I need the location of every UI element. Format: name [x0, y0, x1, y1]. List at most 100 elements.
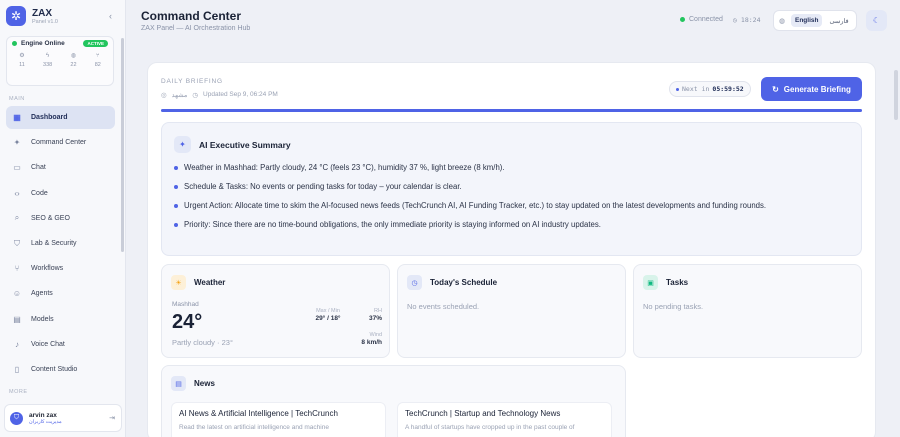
- mic-icon: ♪: [15, 339, 19, 349]
- sidebar-item-models[interactable]: ▤ Models: [6, 308, 115, 331]
- rh-label: RH: [374, 308, 382, 314]
- daily-briefing-panel: DAILY BRIEFING ◎ مشهد ◷ Updated Sep 9, 0…: [147, 62, 876, 437]
- sidebar-item-label: Dashboard: [31, 114, 68, 121]
- summary-bullet: Priority: Since there are no time-bound …: [174, 218, 846, 231]
- ai-executive-summary: ✦ AI Executive Summary Weather in Mashha…: [161, 122, 862, 256]
- sidebar-item-seo-geo[interactable]: ⌕ SEO & GEO: [6, 207, 115, 230]
- clock-icon: ◷: [192, 92, 199, 99]
- chat-icon: ▭: [13, 163, 21, 173]
- page-scrollbar[interactable]: [894, 70, 898, 120]
- clipboard-icon: ▣: [643, 275, 658, 290]
- user-card[interactable]: ⛉ arvin zax مدیریت کاربران ⇥: [4, 404, 122, 432]
- brand-name: ZAX: [32, 7, 52, 19]
- seo-icon: ⌕: [14, 213, 20, 223]
- brand[interactable]: ✲ ZAX Panel v1.0: [6, 6, 58, 26]
- sidebar-item-label: Models: [31, 315, 54, 323]
- clock-icon: ◷: [733, 16, 737, 24]
- engine-stat: ϟ 338: [43, 52, 52, 70]
- weather-rh: RH 37%: [354, 308, 382, 322]
- next-value: 05:59:52: [712, 85, 744, 93]
- bullet-text: Priority: Since there are no time-bound …: [184, 220, 601, 229]
- stat-value: 22: [70, 62, 77, 68]
- maxmin-value: 29° / 18°: [315, 315, 341, 322]
- summary-bullet: Weather in Mashhad: Partly cloudy, 24 °C…: [174, 161, 846, 174]
- bullet-dot-icon: [174, 165, 178, 170]
- sidebar-item-lab-security[interactable]: ⛉ Lab & Security: [6, 232, 115, 255]
- bullet-dot-icon: [174, 184, 178, 189]
- sidebar-item-label: Lab & Security: [31, 240, 77, 247]
- summary-bullet: Urgent Action: Allocate time to skim the…: [174, 199, 846, 212]
- news-item[interactable]: TechCrunch | Startup and Technology News…: [397, 402, 612, 437]
- sidebar-item-voice-chat[interactable]: ♪ Voice Chat: [6, 333, 115, 356]
- lang-english-button[interactable]: English: [791, 14, 823, 27]
- engine-status-card: Engine Online ACTIVE ⚙ 11 ϟ 338 ◍ 22 ⑂ 82: [6, 36, 114, 86]
- weather-desc: Partly cloudy · 23°: [172, 338, 233, 347]
- section-label-main: MAIN: [9, 96, 25, 102]
- bullet-text: Weather in Mashhad: Partly cloudy, 24 °C…: [184, 163, 505, 172]
- news-item[interactable]: AI News & Artificial Intelligence | Tech…: [171, 402, 386, 437]
- schedule-empty: No events scheduled.: [407, 302, 480, 311]
- page-subtitle: ZAX Panel — AI Orchestration Hub: [141, 25, 251, 32]
- language-switcher: ◍ English فارسی: [773, 10, 857, 31]
- location-icon: ◎: [161, 92, 167, 99]
- robot-icon: ☺: [12, 289, 22, 299]
- progress-fill: [161, 109, 862, 112]
- newspaper-icon: ▤: [171, 376, 186, 391]
- sun-icon: ☀: [171, 275, 186, 290]
- briefing-updated: Updated Sep 9, 06:24 PM: [203, 91, 278, 98]
- bullet-dot-icon: [174, 203, 178, 208]
- sidebar-item-chat[interactable]: ▭ Chat: [6, 156, 115, 179]
- generate-briefing-button[interactable]: ↻ Generate Briefing: [761, 77, 862, 101]
- globe-icon: ◍: [778, 17, 786, 25]
- bolt-icon: ϟ: [46, 53, 50, 59]
- engine-stat: ◍ 22: [70, 52, 76, 70]
- shield-icon: ⛉: [14, 238, 20, 248]
- countdown-dot-icon: [676, 87, 679, 91]
- lang-farsi-button[interactable]: فارسی: [825, 14, 852, 28]
- weather-temp: 24°: [172, 311, 203, 333]
- bullet-text: Urgent Action: Allocate time to skim the…: [184, 201, 767, 210]
- sidebar-scrollbar[interactable]: [121, 38, 124, 252]
- user-role: مدیریت کاربران: [29, 418, 62, 425]
- workflow-icon: ⑂: [14, 264, 20, 274]
- weather-wind: Wind 8 km/h: [354, 332, 382, 346]
- user-name: arvin zax: [29, 411, 57, 419]
- sidebar-item-label: Content Studio: [31, 366, 78, 373]
- bullet-dot-icon: [174, 222, 178, 227]
- connected-dot-icon: [680, 17, 685, 22]
- sidebar-item-label: Chat: [31, 164, 46, 172]
- code-icon: ‹›: [14, 188, 20, 198]
- gear-icon: ⚙: [19, 53, 25, 59]
- sidebar-item-agents[interactable]: ☺ Agents: [6, 282, 115, 305]
- schedule-card: ◷ Today's Schedule No events scheduled.: [397, 264, 626, 358]
- section-label-more: MORE: [9, 389, 28, 395]
- news-item-title: AI News & Artificial Intelligence | Tech…: [179, 409, 338, 418]
- sidebar: ✲ ZAX Panel v1.0 ‹ Engine Online ACTIVE …: [0, 0, 126, 437]
- news-item-desc: A handful of startups have cropped up in…: [405, 424, 575, 431]
- collapse-sidebar-icon[interactable]: ‹: [109, 11, 112, 21]
- summary-bullet: Schedule & Tasks: No events or pending t…: [174, 180, 846, 193]
- logout-icon[interactable]: ⇥: [109, 414, 115, 422]
- sidebar-item-command-center[interactable]: ✦ Command Center: [6, 131, 115, 154]
- generate-label: Generate Briefing: [783, 84, 851, 94]
- wind-label: Wind: [369, 332, 382, 338]
- sidebar-item-label: Command Center: [31, 139, 87, 147]
- stat-value: 82: [94, 62, 101, 68]
- engine-label: Engine Online: [21, 40, 65, 47]
- summary-title: AI Executive Summary: [199, 139, 291, 150]
- sidebar-item-content-studio[interactable]: ▯ Content Studio: [6, 358, 115, 381]
- theme-toggle-moon-icon[interactable]: ☾: [866, 10, 887, 31]
- sidebar-item-workflows[interactable]: ⑂ Workflows: [6, 257, 115, 280]
- refresh-icon: ↻: [772, 84, 779, 94]
- header: Command Center ZAX Panel — AI Orchestrat…: [127, 0, 900, 42]
- tasks-card: ▣ Tasks No pending tasks.: [633, 264, 862, 358]
- news-item-desc: Read the latest on artificial intelligen…: [179, 424, 329, 431]
- news-card: ▤ News AI News & Artificial Intelligence…: [161, 365, 626, 437]
- sidebar-item-dashboard[interactable]: ▦ Dashboard: [6, 106, 115, 129]
- sparkle-icon: ✦: [13, 138, 21, 148]
- bullet-text: Schedule & Tasks: No events or pending t…: [184, 182, 462, 191]
- news-title: News: [194, 379, 215, 388]
- sidebar-item-code[interactable]: ‹› Code: [6, 182, 115, 205]
- clock-time: 18:24: [740, 16, 761, 24]
- connection-status: Connected: [680, 16, 723, 23]
